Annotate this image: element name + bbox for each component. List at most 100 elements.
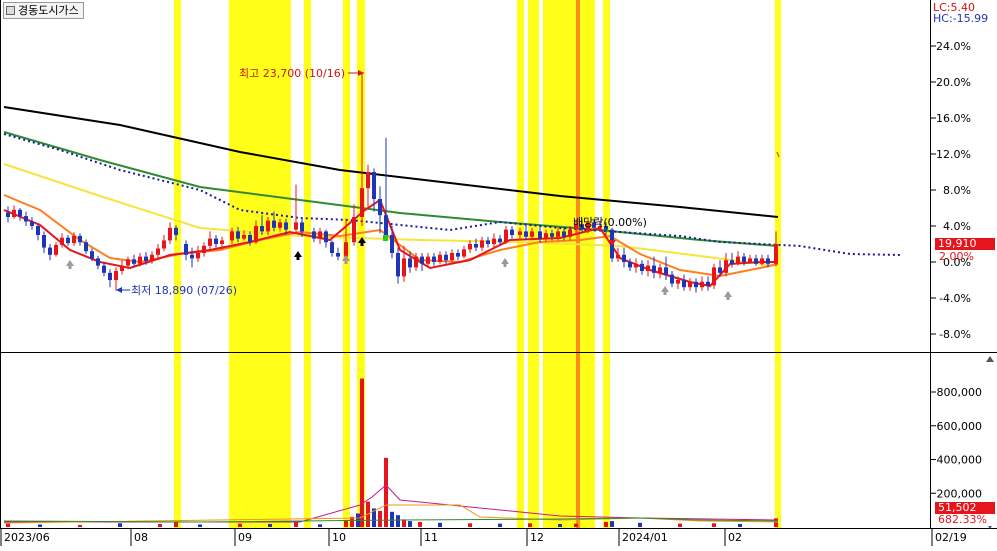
candle-down bbox=[694, 281, 698, 288]
volume-bar bbox=[378, 510, 382, 527]
candle-up bbox=[138, 256, 142, 264]
candle-up bbox=[278, 222, 282, 228]
candle-down bbox=[174, 227, 178, 235]
chart-svg: 최고 23,700 (10/16) 최저 18,890 (07/26) 배당락(0.… bbox=[0, 0, 997, 547]
candle-down bbox=[48, 247, 52, 255]
candle-down bbox=[236, 231, 240, 239]
candle-down bbox=[670, 274, 674, 284]
candle-up bbox=[712, 267, 716, 286]
candle-up bbox=[126, 259, 130, 266]
x-tick-label: 02 bbox=[728, 531, 742, 544]
candle-down bbox=[66, 237, 70, 244]
candle-up bbox=[676, 280, 680, 284]
highlight-band-marker bbox=[576, 0, 580, 528]
candle-down bbox=[396, 253, 400, 277]
last-price-tag: 19,910 bbox=[935, 238, 995, 250]
x-tick-label: 09 bbox=[238, 531, 252, 544]
candle-down bbox=[260, 226, 264, 232]
candle-down bbox=[24, 216, 28, 222]
candle-up bbox=[450, 253, 454, 261]
volume-tick-label: 600,000 bbox=[937, 420, 983, 433]
candle-up bbox=[72, 235, 76, 244]
candle-up bbox=[462, 249, 466, 257]
volume-bar bbox=[604, 521, 608, 527]
volume-bar bbox=[238, 523, 242, 527]
low-annotation: 최저 18,890 (07/26) bbox=[131, 284, 237, 297]
candle-down bbox=[474, 244, 478, 248]
menu-square-icon[interactable] bbox=[6, 6, 15, 15]
volume-bar bbox=[318, 524, 322, 527]
x-tick-label: 08 bbox=[134, 531, 148, 544]
candle-up bbox=[544, 233, 548, 239]
volume-bar bbox=[678, 523, 682, 527]
candle-up bbox=[414, 256, 418, 268]
candle-up bbox=[568, 229, 572, 237]
candle-up bbox=[426, 256, 430, 264]
candle-up bbox=[54, 244, 58, 255]
candle-up bbox=[294, 222, 298, 230]
candle-down bbox=[144, 256, 148, 262]
x-tick-label: 12 bbox=[530, 531, 544, 544]
volume-bar bbox=[528, 523, 532, 527]
candle-down bbox=[284, 222, 288, 230]
dividend-annotation: 배당락(0.00%) bbox=[573, 216, 647, 229]
candle-down bbox=[652, 265, 656, 273]
price-tick-label: 16.0% bbox=[936, 112, 971, 125]
volume-bar bbox=[158, 523, 162, 527]
candle-up bbox=[150, 254, 154, 262]
volume-bar bbox=[418, 521, 422, 527]
stock-chart: 최고 23,700 (10/16) 최저 18,890 (07/26) 배당락(0.… bbox=[0, 0, 997, 547]
volume-bar bbox=[384, 457, 388, 527]
candle-up bbox=[468, 244, 472, 250]
volume-bar bbox=[712, 523, 716, 527]
candle-up bbox=[120, 265, 124, 271]
candle-down bbox=[766, 258, 770, 264]
candle-up bbox=[518, 231, 522, 235]
volume-bar bbox=[438, 522, 442, 527]
candle-up bbox=[162, 240, 166, 249]
volume-tick-label: 800,000 bbox=[937, 386, 983, 399]
candle-down bbox=[78, 235, 82, 243]
candle-up bbox=[492, 238, 496, 244]
candle-down bbox=[628, 262, 632, 268]
signal-up-icon-stem bbox=[344, 261, 348, 264]
highlight-band bbox=[517, 0, 524, 528]
x-tick-label: 2023/06 bbox=[4, 531, 50, 544]
volume-bar bbox=[294, 521, 298, 527]
candle-up bbox=[196, 253, 200, 259]
candle-down bbox=[510, 229, 514, 235]
candle-down bbox=[336, 253, 340, 257]
candle-up bbox=[724, 260, 728, 273]
candle-up bbox=[760, 258, 764, 264]
candle-down bbox=[664, 267, 668, 275]
candle-down bbox=[90, 251, 94, 259]
volume-bar bbox=[38, 524, 42, 527]
signal-up-icon-stem bbox=[68, 266, 72, 269]
volume-bar bbox=[390, 511, 394, 527]
candle-up bbox=[12, 209, 16, 217]
x-tick-label: 02/19 bbox=[935, 531, 967, 544]
candle-up bbox=[168, 227, 172, 241]
highlight-band bbox=[603, 0, 610, 528]
candle-down bbox=[420, 256, 424, 264]
candle-down bbox=[730, 260, 734, 264]
volume-bar bbox=[468, 523, 472, 527]
volume-bar bbox=[198, 524, 202, 527]
candle-down bbox=[562, 231, 566, 237]
signal-up-icon-stem bbox=[726, 297, 730, 300]
signal-up-icon-stem bbox=[503, 264, 507, 267]
candle-down bbox=[324, 231, 328, 243]
candle-down bbox=[444, 254, 448, 261]
candle-up bbox=[360, 188, 364, 217]
signal-green-marker bbox=[383, 235, 388, 241]
candle-down bbox=[6, 212, 10, 217]
candle-up bbox=[114, 271, 118, 280]
highlight-band bbox=[528, 0, 539, 528]
candle-down bbox=[640, 263, 644, 271]
candle-down bbox=[96, 258, 100, 266]
candle-up bbox=[60, 237, 64, 245]
candle-up bbox=[748, 258, 752, 262]
candle-down bbox=[108, 272, 112, 280]
candle-down bbox=[102, 265, 106, 273]
stock-title[interactable]: 경동도시가스 bbox=[3, 2, 84, 19]
